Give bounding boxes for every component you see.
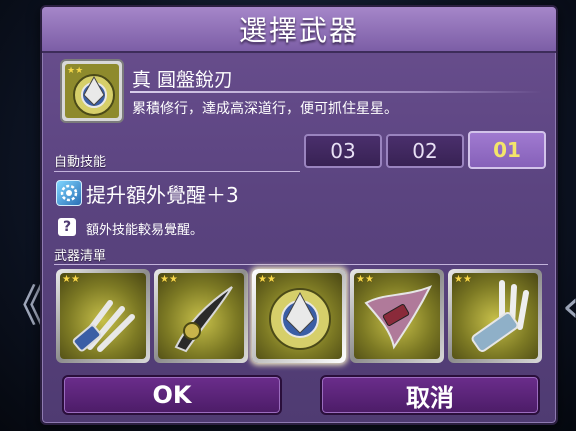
skill-tab-02-label: 02 <box>412 139 438 163</box>
skill-tab-03-label: 03 <box>330 139 356 163</box>
weapon-slot-3[interactable]: ★★ <box>252 269 346 363</box>
fork-claw-icon <box>471 280 529 352</box>
trident-claw-icon <box>72 300 135 352</box>
skill-tab-02[interactable]: 02 <box>386 134 464 168</box>
previous-arrow-icon[interactable]: 《 <box>0 285 44 329</box>
rarity-star-icon: ★★ <box>160 274 178 285</box>
select-weapon-dialog: 選擇武器 ★★ 真 圓盤銳刃 累積修行，達成高深道行，便可抓住星星。 自動技能 … <box>40 5 558 425</box>
current-weapon-icon: ★★ <box>60 59 124 123</box>
weapon-slot-4[interactable]: ★★ <box>350 269 444 363</box>
help-icon: ? <box>58 218 76 236</box>
auto-skill-divider <box>54 171 300 172</box>
rarity-star-icon: ★★ <box>258 274 276 285</box>
weapon-name-divider <box>130 91 542 93</box>
weapon-list-divider <box>54 264 548 265</box>
skill-tab-01-label: 01 <box>493 138 521 162</box>
skill-description: 額外技能較易覺醒。 <box>86 223 204 238</box>
auto-skill-label: 自動技能 <box>54 155 107 170</box>
weapon-name: 真 圓盤銳刃 <box>132 69 234 91</box>
skill-tab-01[interactable]: 01 <box>468 131 546 169</box>
next-arrow-icon[interactable]: ‹ <box>562 285 576 329</box>
winged-blade-icon <box>364 285 433 350</box>
ok-button[interactable]: OK <box>62 375 282 415</box>
skill-gear-icon <box>56 180 82 206</box>
ok-button-label: OK <box>152 381 192 409</box>
disc-blade-icon <box>269 288 331 350</box>
weapon-slot-5[interactable]: ★★ <box>448 269 542 363</box>
rarity-star-icon: ★★ <box>62 274 80 285</box>
skill-tab-03[interactable]: 03 <box>304 134 382 168</box>
weapon-slot-2[interactable]: ★★ <box>154 269 248 363</box>
weapon-slot-1[interactable]: ★★ <box>56 269 150 363</box>
dialog-title-bar: 選擇武器 <box>42 7 556 53</box>
dialog-title: 選擇武器 <box>238 14 359 47</box>
cancel-button-label: 取消 <box>406 383 454 412</box>
weapon-description: 累積修行，達成高深道行，便可抓住星星。 <box>132 101 398 117</box>
skill-name: 提升額外覺醒＋3 <box>86 183 239 207</box>
svg-text:★★: ★★ <box>67 66 83 76</box>
curved-blade-icon <box>174 286 233 353</box>
cancel-button[interactable]: 取消 <box>320 375 540 415</box>
rarity-star-icon: ★★ <box>356 274 374 285</box>
rarity-star-icon: ★★ <box>454 274 472 285</box>
weapon-list-label: 武器清單 <box>54 249 107 264</box>
